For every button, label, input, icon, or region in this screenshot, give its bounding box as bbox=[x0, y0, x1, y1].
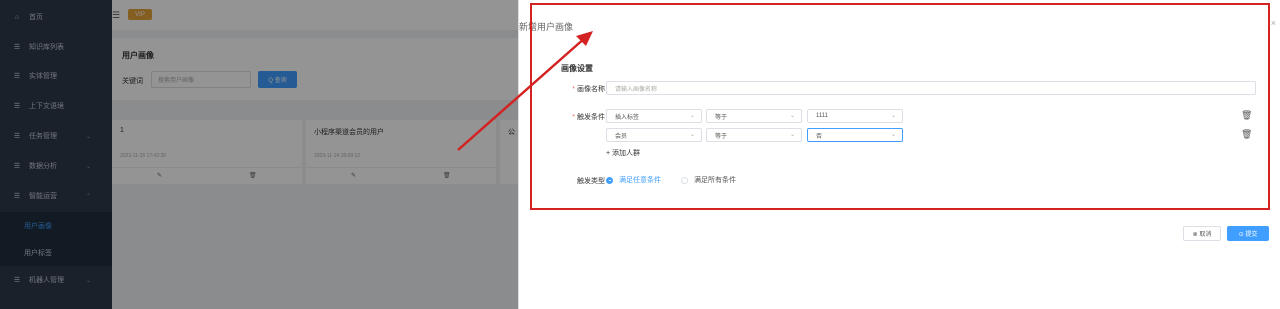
profile-settings-section: 画像设置 * 画像名称 请输入画像名称 * 触发条件 插入标签 ⌄ 等于 ⌄ 111… bbox=[539, 48, 1259, 208]
radio-dot bbox=[606, 176, 613, 184]
cancel-button[interactable]: ⊗ 取消 bbox=[1183, 226, 1221, 241]
condition-field-select[interactable]: 插入标签 ⌄ bbox=[606, 109, 702, 123]
condition-value-select[interactable]: 1111 ⌄ bbox=[807, 109, 903, 123]
radio-label: 满足任意条件 bbox=[619, 177, 661, 184]
chevron-down-icon: ⌄ bbox=[689, 132, 695, 138]
select-value: 等于 bbox=[715, 133, 728, 140]
modal-overlay[interactable] bbox=[0, 0, 518, 309]
new-profile-drawer: 新增用户画像 × 画像设置 * 画像名称 请输入画像名称 * 触发条件 插入标签 ⌄… bbox=[518, 0, 1280, 309]
radio-match-any[interactable]: 满足任意条件 bbox=[606, 175, 661, 185]
condition-operator-select[interactable]: 等于 ⌄ bbox=[706, 128, 802, 142]
chevron-down-icon: ⌄ bbox=[890, 132, 896, 138]
chevron-down-icon: ⌄ bbox=[890, 113, 896, 119]
add-crowd-button[interactable]: + 添加人群 bbox=[606, 148, 640, 158]
label-text: 画像名称 bbox=[577, 86, 605, 93]
trigger-type-label: 触发类型 bbox=[577, 178, 605, 185]
condition-operator-select[interactable]: 等于 ⌄ bbox=[706, 109, 802, 123]
radio-label: 满足所有条件 bbox=[694, 177, 736, 184]
select-value: 会员 bbox=[615, 133, 628, 140]
label-text: 触发条件 bbox=[577, 114, 605, 121]
condition-field-select[interactable]: 会员 ⌄ bbox=[606, 128, 702, 142]
chevron-down-icon: ⌄ bbox=[789, 113, 795, 119]
condition-value-select[interactable]: 否 ⌄ bbox=[807, 128, 903, 142]
required-mark: * bbox=[572, 114, 575, 121]
radio-dot bbox=[681, 176, 688, 184]
select-value: 否 bbox=[816, 133, 823, 140]
chevron-down-icon: ⌄ bbox=[689, 113, 695, 119]
trash-icon[interactable]: 🗑 bbox=[1241, 129, 1252, 140]
radio-match-all[interactable]: 满足所有条件 bbox=[681, 175, 736, 185]
profile-name-input[interactable]: 请输入画像名称 bbox=[606, 81, 1256, 95]
trash-icon[interactable]: 🗑 bbox=[1241, 110, 1252, 121]
submit-button[interactable]: ⊙ 提交 bbox=[1227, 226, 1269, 241]
select-value: 等于 bbox=[715, 114, 728, 121]
select-value: 插入标签 bbox=[615, 114, 640, 121]
section-title: 画像设置 bbox=[561, 64, 593, 73]
chevron-down-icon: ⌄ bbox=[789, 132, 795, 138]
trigger-condition-label: * 触发条件 bbox=[549, 112, 605, 122]
profile-name-label: * 画像名称 bbox=[549, 84, 605, 94]
close-icon[interactable]: × bbox=[1271, 18, 1276, 28]
drawer-title: 新增用户画像 bbox=[519, 22, 574, 32]
select-value: 1111 bbox=[816, 113, 829, 119]
required-mark: * bbox=[572, 86, 575, 93]
